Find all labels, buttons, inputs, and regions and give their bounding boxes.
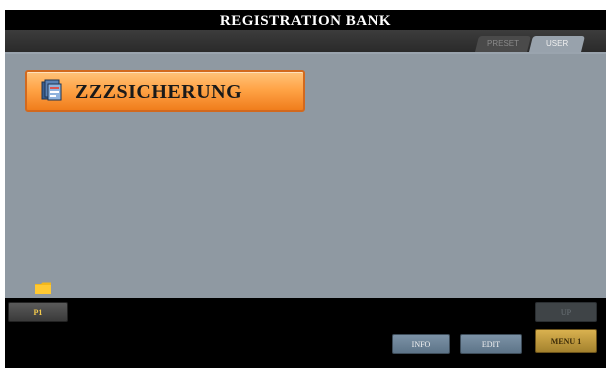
menu-button[interactable]: MENU 1 [535, 329, 597, 353]
page-title: REGISTRATION BANK [5, 10, 606, 30]
button-panel [5, 298, 606, 338]
tab-user-label: USER [545, 39, 569, 48]
bank-list-area: ZZZSICHERUNG [5, 54, 606, 298]
bank-item-zzzsicherung[interactable]: ZZZSICHERUNG [25, 70, 305, 112]
tab-user[interactable]: USER [529, 36, 585, 52]
bank-item-label: ZZZSICHERUNG [75, 81, 243, 103]
page-p1-button[interactable]: P1 [8, 302, 68, 322]
tab-preset-label: PRESET [486, 39, 519, 48]
edit-button[interactable]: EDIT [460, 334, 522, 354]
registration-bank-icon [41, 79, 62, 101]
folder-icon[interactable] [35, 282, 51, 294]
tab-preset[interactable]: PRESET [475, 36, 531, 52]
registration-bank-screen: REGISTRATION BANK PRESET USER ZZZSICHERU… [5, 10, 606, 368]
up-button[interactable]: UP [535, 302, 597, 322]
info-button[interactable]: INFO [392, 334, 450, 354]
tab-strip: PRESET USER [5, 30, 606, 54]
